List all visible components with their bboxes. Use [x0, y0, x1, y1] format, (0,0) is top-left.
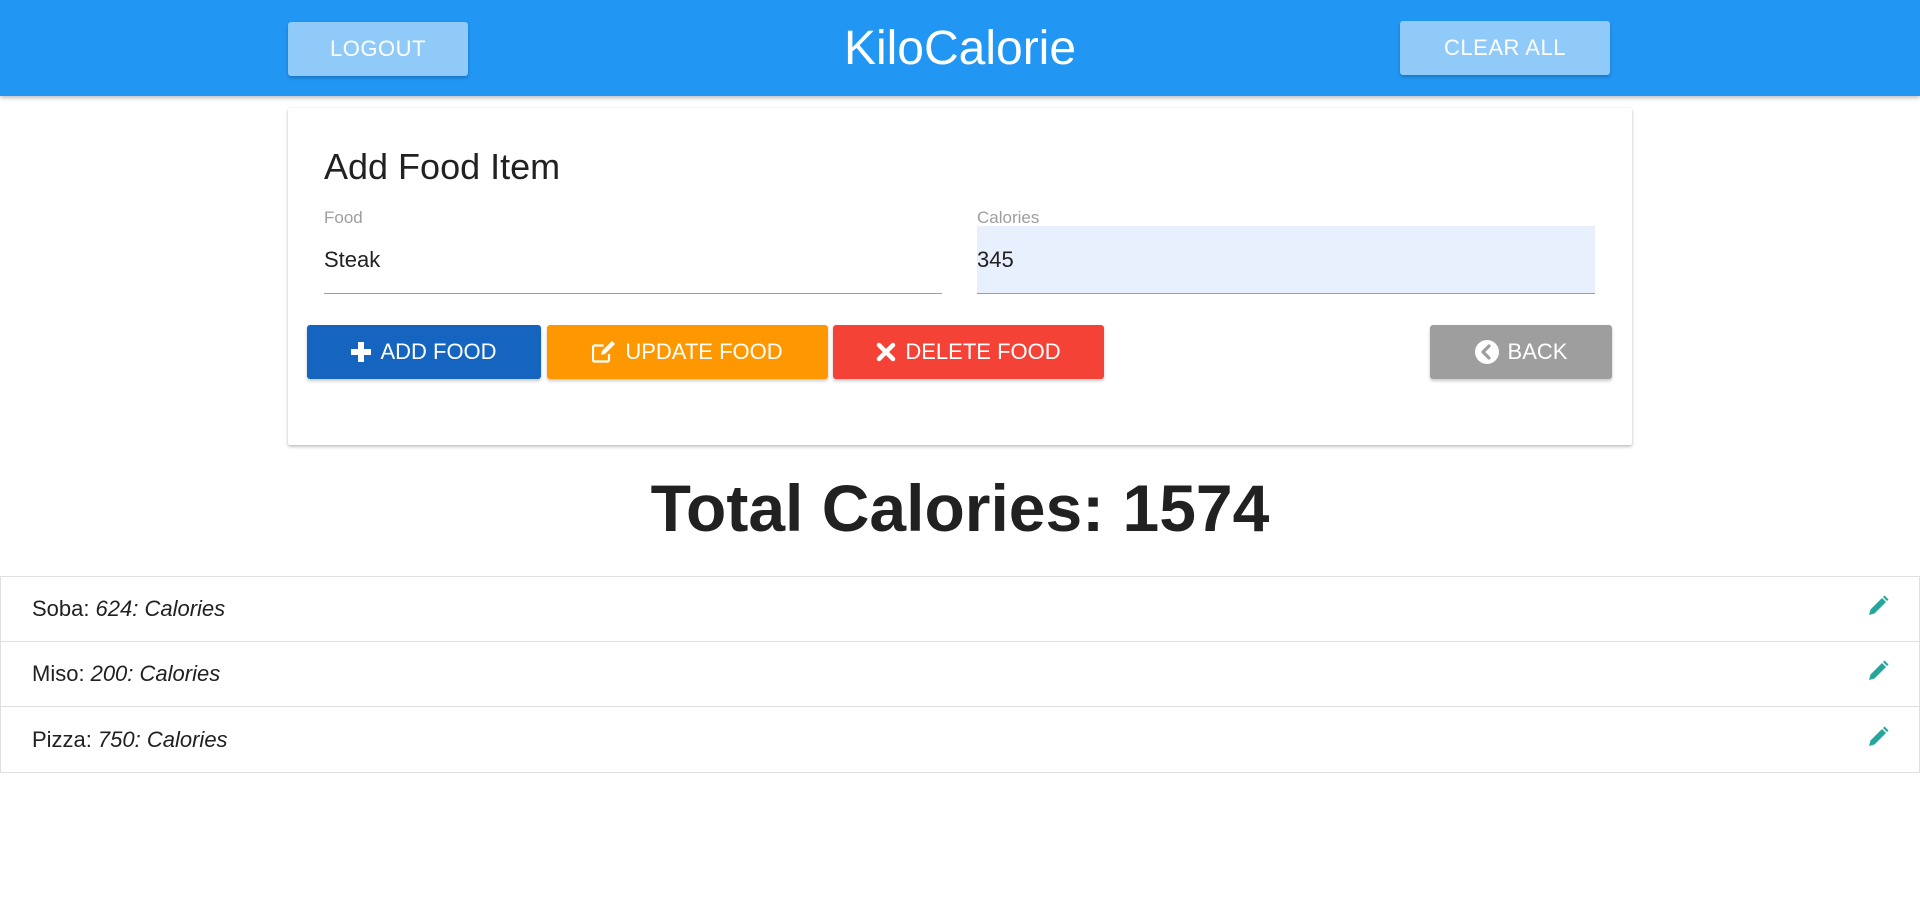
- calories-label: Calories: [977, 208, 1040, 227]
- item-calories: 624: Calories: [95, 596, 226, 621]
- total-calories: Total Calories: 1574: [0, 470, 1920, 546]
- update-food-label: UPDATE FOOD: [625, 339, 783, 364]
- calories-input[interactable]: [977, 226, 1595, 294]
- delete-food-button[interactable]: DELETE FOOD: [833, 325, 1104, 379]
- delete-food-label: DELETE FOOD: [905, 339, 1061, 364]
- back-button[interactable]: BACK: [1430, 325, 1612, 379]
- add-food-label: ADD FOOD: [380, 339, 497, 364]
- update-food-button[interactable]: UPDATE FOOD: [547, 325, 828, 379]
- pencil-icon: [1867, 726, 1889, 754]
- edit-item-button[interactable]: [1865, 660, 1891, 688]
- list-item: Miso: 200: Calories: [1, 642, 1919, 707]
- item-name: Miso: [32, 661, 79, 686]
- list-item: Soba: 624: Calories: [1, 577, 1919, 642]
- add-food-card: Add Food Item Food Calories ADD FOOD UPD…: [288, 108, 1632, 445]
- logout-button[interactable]: LOGOUT: [288, 22, 468, 76]
- edit-item-button[interactable]: [1865, 595, 1891, 623]
- back-label: BACK: [1507, 339, 1568, 364]
- close-icon: [876, 342, 896, 362]
- pencil-icon: [1867, 595, 1889, 623]
- edit-icon: [592, 341, 616, 363]
- total-calories-value: 1574: [1122, 471, 1270, 545]
- total-calories-label: Total Calories:: [650, 471, 1105, 545]
- item-calories: 200: Calories: [90, 661, 221, 686]
- item-name: Pizza: [32, 726, 86, 752]
- food-list: Soba: 624: Calories Miso: 200: Calories …: [0, 576, 1920, 773]
- plus-icon: [351, 342, 372, 362]
- clear-all-button[interactable]: CLEAR ALL: [1400, 21, 1610, 75]
- item-calories: 750: Calories: [97, 726, 228, 752]
- navbar: KiloCalorie LOGOUT CLEAR ALL: [0, 0, 1920, 96]
- chevron-circle-left-icon: [1474, 340, 1499, 364]
- item-name: Soba: [32, 596, 84, 621]
- list-item: Pizza: 750: Calories: [1, 707, 1919, 772]
- edit-item-button[interactable]: [1865, 726, 1891, 754]
- card-title: Add Food Item: [324, 146, 561, 187]
- food-label: Food: [324, 208, 363, 227]
- add-food-button[interactable]: ADD FOOD: [307, 325, 541, 379]
- pencil-icon: [1867, 660, 1889, 688]
- food-input[interactable]: [324, 226, 942, 294]
